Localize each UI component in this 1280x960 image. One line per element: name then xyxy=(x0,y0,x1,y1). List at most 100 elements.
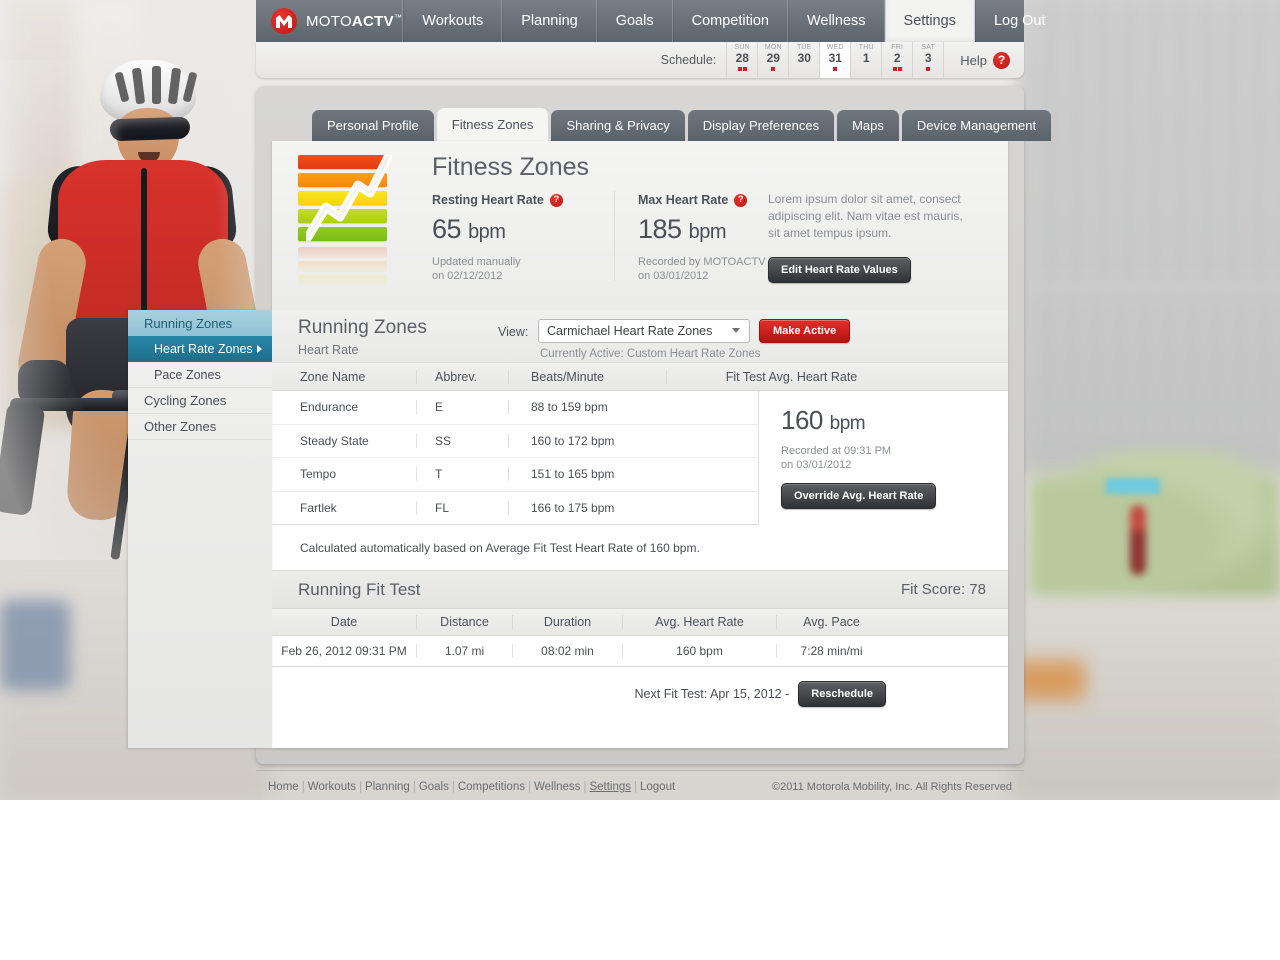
nav-item-goals[interactable]: Goals xyxy=(596,0,673,42)
max-hr-sub-line1: Recorded by MOTOACTV xyxy=(638,256,766,268)
tab-device-management[interactable]: Device Management xyxy=(901,110,1052,141)
column-header-avg-heart-rate: Avg. Heart Rate xyxy=(622,615,776,629)
tab-fitness-zones[interactable]: Fitness Zones xyxy=(436,108,549,141)
column-header-fit-test-avg-heart-rate: Fit Test Avg. Heart Rate xyxy=(666,369,916,384)
sidebar-item-heart-rate-zones[interactable]: Heart Rate Zones xyxy=(128,336,272,362)
schedule-day-num: 2 xyxy=(893,51,901,65)
footer-separator: | xyxy=(359,781,363,793)
tab-personal-profile[interactable]: Personal Profile xyxy=(312,110,434,141)
sidebar-item-running-zones[interactable]: Running Zones xyxy=(128,310,272,336)
table-row[interactable]: Feb 26, 2012 09:31 PM 1.07 mi 08:02 min … xyxy=(272,636,1008,667)
footer-separator: | xyxy=(301,781,305,793)
calculation-note: Calculated automatically based on Averag… xyxy=(300,540,700,555)
tab-maps[interactable]: Maps xyxy=(837,110,899,141)
running-zones-subtitle: Heart Rate xyxy=(298,343,359,357)
footer-separator: | xyxy=(527,781,531,793)
schedule-label: Schedule: xyxy=(660,53,717,67)
nav-item-wellness[interactable]: Wellness xyxy=(787,0,885,42)
reschedule-button[interactable]: Reschedule xyxy=(798,681,886,707)
cell-abbrev: T xyxy=(416,467,508,482)
footer-link-settings[interactable]: Settings xyxy=(589,781,631,793)
sidebar-item-cycling-zones[interactable]: Cycling Zones xyxy=(128,388,272,414)
footer-link-workouts[interactable]: Workouts xyxy=(308,781,356,793)
schedule-day-dots xyxy=(833,67,838,71)
nav-item-workouts[interactable]: Workouts xyxy=(403,0,503,42)
sidebar-item-pace-zones[interactable]: Pace Zones xyxy=(128,362,272,388)
footer-link-planning[interactable]: Planning xyxy=(365,781,410,793)
footer-link-logout[interactable]: Logout xyxy=(640,781,675,793)
cell-zone-name: Steady State xyxy=(300,433,369,448)
schedule-day-num: 1 xyxy=(862,51,870,65)
fitness-zones-panel: Fitness Zones Resting Heart Rate ? 65 bp… xyxy=(128,141,1008,748)
schedule-day-dots xyxy=(771,67,776,71)
running-zones-title: Running Zones xyxy=(298,317,427,338)
fit-test-header-row: Date Distance Duration Avg. Heart Rate A… xyxy=(272,609,1008,636)
footer-link-wellness[interactable]: Wellness xyxy=(534,781,580,793)
schedule-day-sat[interactable]: SAT 3 xyxy=(912,42,943,78)
page-title: Fitness Zones xyxy=(432,153,590,181)
nav-item-planning[interactable]: Planning xyxy=(502,0,597,42)
footer-link-goals[interactable]: Goals xyxy=(419,781,449,793)
footer-link-competitions[interactable]: Competitions xyxy=(458,781,525,793)
nav-item-settings[interactable]: Settings xyxy=(884,0,975,42)
chevron-right-icon xyxy=(257,345,262,353)
cell-abbrev: FL xyxy=(416,500,508,515)
tab-sharing-privacy[interactable]: Sharing & Privacy xyxy=(551,110,685,141)
schedule-day-dots xyxy=(737,67,747,71)
fit-test-table: Date Distance Duration Avg. Heart Rate A… xyxy=(272,609,1008,667)
column-header-zone-name: Zone Name xyxy=(300,369,366,384)
edit-heart-rate-values-button[interactable]: Edit Heart Rate Values xyxy=(768,257,911,283)
max-heart-rate-source: Recorded by MOTOACTV on 03/01/2012 xyxy=(638,255,766,283)
schedule-day-mon[interactable]: MON 29 xyxy=(757,42,788,78)
motorola-m-icon xyxy=(271,8,297,34)
fit-avg-number: 160 xyxy=(781,405,823,435)
view-label: View: xyxy=(498,325,529,339)
schedule-day-tue[interactable]: TUE 30 xyxy=(788,42,819,78)
make-active-button[interactable]: Make Active xyxy=(759,319,851,343)
schedule-bar: Schedule: SUN 28 MON 29 TUE 30 WED 31 TH… xyxy=(256,42,1024,78)
cell-abbrev: E xyxy=(416,400,508,415)
brand-logo[interactable]: MOTOACTV™ xyxy=(256,0,404,42)
header-description: Lorem ipsum dolor sit amet, consect adip… xyxy=(768,192,963,240)
fit-avg-sub-line1: Recorded at 09:31 PM xyxy=(781,445,892,457)
footer-link-home[interactable]: Home xyxy=(268,781,299,793)
tab-display-preferences[interactable]: Display Preferences xyxy=(687,110,835,141)
trend-arrow-icon xyxy=(306,155,392,242)
brand-wordmark: MOTOACTV™ xyxy=(306,13,402,30)
footer-separator: | xyxy=(634,781,637,793)
view-select-value: Carmichael Heart Rate Zones xyxy=(547,324,713,338)
fit-test-avg-heart-rate-panel: 160 bpm Recorded at 09:31 PM on 03/01/20… xyxy=(758,391,1008,525)
schedule-day-fri[interactable]: FRI 2 xyxy=(881,42,912,78)
schedule-day-thu[interactable]: THU 1 xyxy=(850,42,881,78)
resting-heart-rate-source: Updated manually on 02/12/2012 xyxy=(432,255,563,283)
view-select-dropdown[interactable]: Carmichael Heart Rate Zones xyxy=(538,319,750,343)
help-button[interactable]: Help ? xyxy=(943,42,1024,78)
cell-bpm: 88 to 159 bpm xyxy=(508,400,666,415)
resting-hr-number: 65 xyxy=(432,214,462,244)
zones-main-content: Running Zones Heart Rate View: Carmichae… xyxy=(272,310,1008,748)
fit-avg-unit: bpm xyxy=(829,413,866,434)
cell-duration: 08:02 min xyxy=(512,644,622,658)
resting-help-question-mark-icon[interactable]: ? xyxy=(549,193,563,207)
override-avg-heart-rate-button[interactable]: Override Avg. Heart Rate xyxy=(781,483,937,509)
schedule-day-dots xyxy=(892,67,902,71)
fit-test-avg-source: Recorded at 09:31 PM on 03/01/2012 xyxy=(781,444,1008,472)
column-header-distance: Distance xyxy=(416,615,512,629)
max-heart-rate-label-text: Max Heart Rate xyxy=(638,193,729,207)
fit-score-badge: Fit Score: 78 xyxy=(900,581,986,598)
schedule-day-num: 30 xyxy=(797,51,811,65)
fit-avg-sub-line2: on 03/01/2012 xyxy=(781,459,852,471)
cell-avg-pace: 7:28 min/mi xyxy=(776,644,886,658)
sidebar-item-other-zones[interactable]: Other Zones xyxy=(128,414,272,440)
resting-hr-unit: bpm xyxy=(468,221,506,243)
nav-item-competition[interactable]: Competition xyxy=(672,0,788,42)
nav-item-logout[interactable]: Log Out xyxy=(974,0,1064,42)
column-header-avg-pace: Avg. Pace xyxy=(776,615,886,629)
max-help-question-mark-icon[interactable]: ? xyxy=(734,193,748,207)
column-header-beats-minute: Beats/Minute xyxy=(508,369,666,384)
sidebar-item-label: Heart Rate Zones xyxy=(154,342,253,356)
resting-heart-rate-label-text: Resting Heart Rate xyxy=(432,193,544,207)
schedule-day-wed[interactable]: WED 31 xyxy=(819,42,851,78)
running-zones-header: Running Zones Heart Rate View: Carmichae… xyxy=(272,310,1008,363)
schedule-day-sun[interactable]: SUN 28 xyxy=(726,42,757,78)
